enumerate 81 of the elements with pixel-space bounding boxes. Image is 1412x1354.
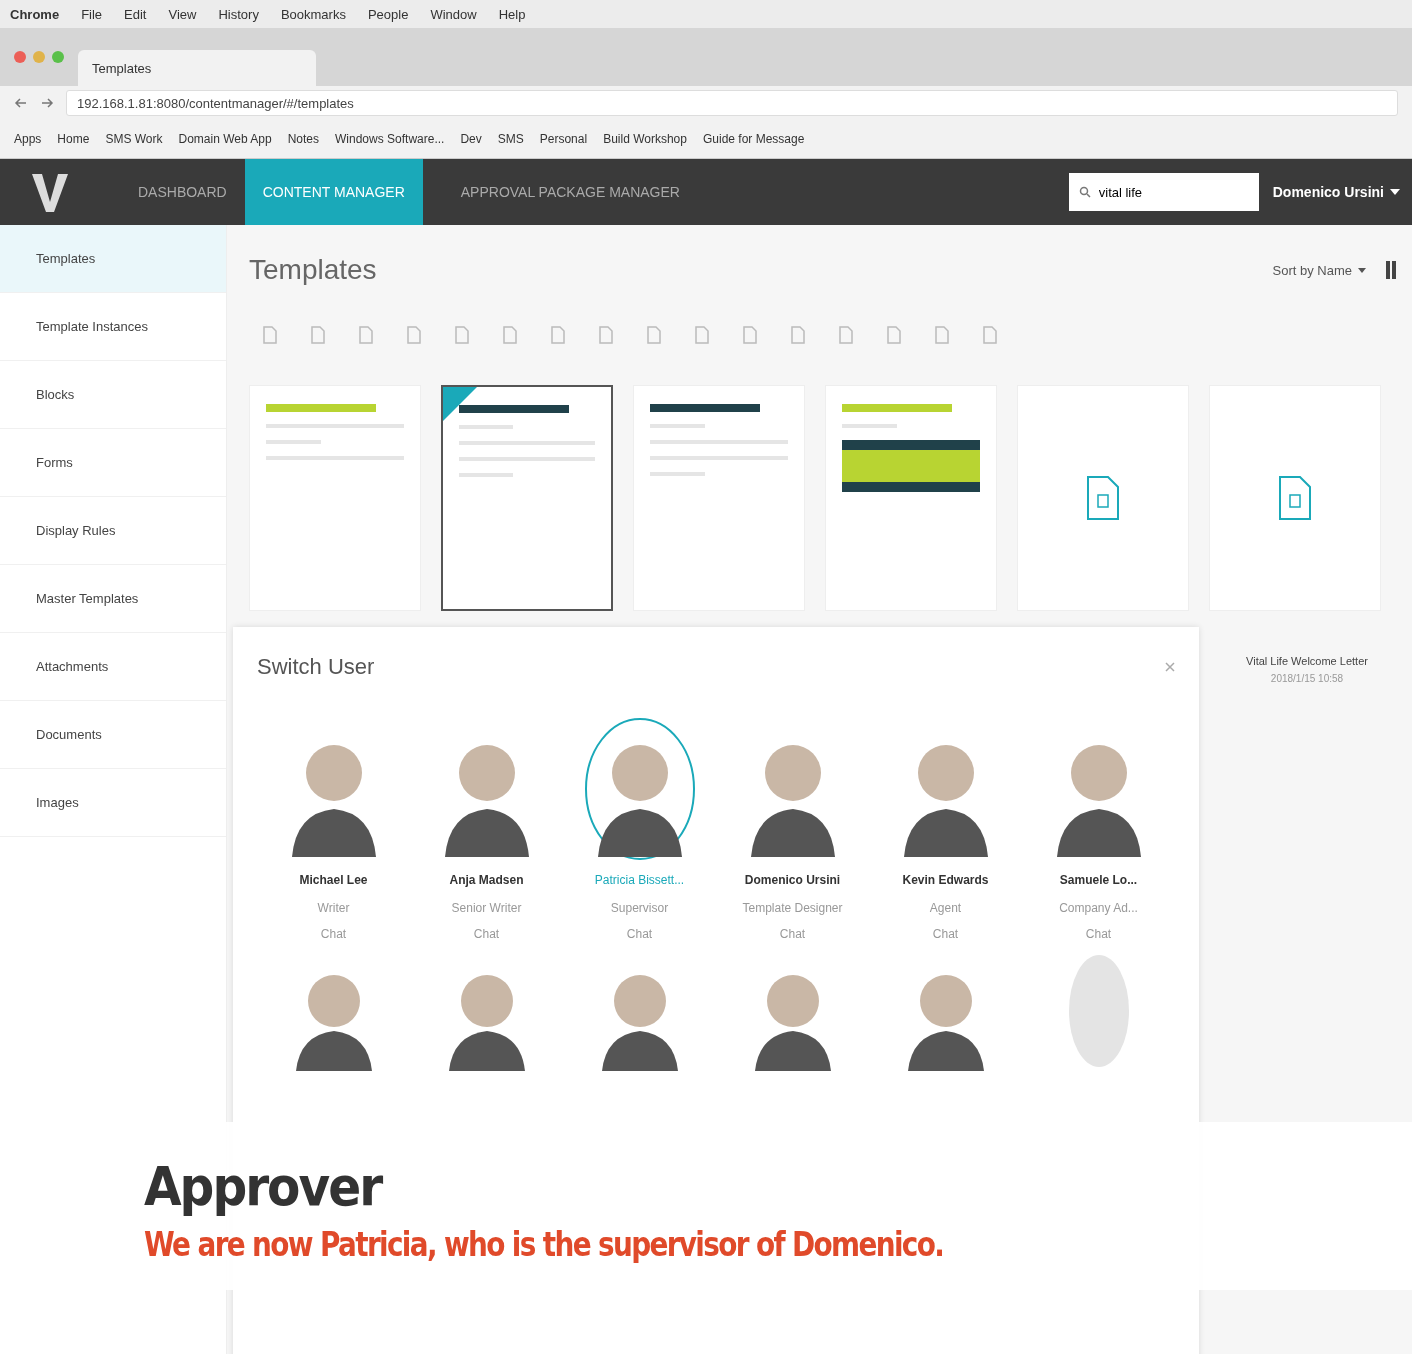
sidebar-item[interactable]: Documents	[0, 701, 226, 769]
user-role: Senior Writer	[451, 901, 522, 915]
sidebar-item[interactable]: Display Rules	[0, 497, 226, 565]
page-icon[interactable]	[263, 326, 277, 344]
user-name[interactable]: Domenico Ursini	[744, 873, 841, 887]
page-icon[interactable]	[935, 326, 949, 344]
caret-icon[interactable]	[1390, 189, 1400, 195]
user-name[interactable]: Kevin Edwards	[902, 873, 989, 887]
user-role: Template Designer	[742, 901, 843, 915]
address-field[interactable]: 192.168.1.81:8080/contentmanager/#/templates	[66, 90, 1398, 116]
window-controls-icon[interactable]	[14, 51, 64, 63]
card-date: 2018/1/15 10:58	[1270, 673, 1344, 684]
bookmark[interactable]: Domain Web App	[178, 132, 272, 146]
page-icon[interactable]	[695, 326, 709, 344]
bookmark[interactable]: SMS Work	[105, 132, 163, 146]
sidebar-item[interactable]: Templates	[0, 225, 226, 293]
sidebar-item[interactable]: Images	[0, 769, 226, 837]
page-icon[interactable]	[311, 326, 325, 344]
search-field[interactable]: vital life	[1068, 173, 1259, 211]
selected-corner-icon	[443, 387, 477, 421]
bookmark[interactable]: Home	[57, 132, 90, 146]
menu-item[interactable]: File	[81, 6, 103, 22]
page-icon[interactable]	[455, 326, 469, 344]
menu-item[interactable]: View	[168, 6, 197, 22]
user-name[interactable]: Samuele Lo...	[1059, 873, 1138, 887]
page-icon[interactable]	[887, 326, 901, 344]
bookmark[interactable]: Personal	[539, 132, 588, 146]
sort-dropdown[interactable]: Sort by Name	[1272, 262, 1352, 278]
menu-item[interactable]: History	[218, 6, 259, 22]
back-forward-icon[interactable]	[14, 97, 54, 109]
bookmark[interactable]: Build Workshop	[603, 132, 687, 146]
page-title: Templates	[249, 254, 378, 286]
document-icon	[1278, 475, 1312, 521]
nav-tab[interactable]: APPROVAL PACKAGE MANAGER	[442, 159, 698, 225]
bookmark[interactable]: Dev	[460, 132, 482, 146]
avatar[interactable]	[583, 717, 696, 861]
sidebar-item[interactable]: Attachments	[0, 633, 226, 701]
browser-tab[interactable]: Templates	[78, 50, 316, 86]
bookmark[interactable]: SMS	[497, 132, 524, 146]
template-card[interactable]	[441, 385, 613, 611]
menu-item[interactable]: Bookmarks	[280, 6, 346, 22]
user-name[interactable]: Michael Lee	[299, 873, 368, 887]
page-icon[interactable]	[839, 326, 853, 344]
page-icon[interactable]	[743, 326, 757, 344]
user-menu[interactable]: Domenico Ursini	[1258, 184, 1390, 200]
nav-tab[interactable]: DASHBOARD	[120, 159, 245, 225]
menu-item[interactable]: Window	[430, 6, 477, 22]
search-icon	[1078, 186, 1091, 198]
menu-item[interactable]: Edit	[124, 6, 147, 22]
bookmark[interactable]: Windows Software...	[335, 132, 445, 146]
grid-view-icon[interactable]	[1386, 261, 1396, 279]
user-role: Company Ad...	[1059, 901, 1138, 915]
caret-icon[interactable]	[1358, 267, 1366, 273]
user-role: Supervisor	[610, 901, 669, 915]
bookmark[interactable]: Guide for Message	[702, 132, 805, 146]
page-icon[interactable]	[551, 326, 565, 344]
menu-item[interactable]: People	[367, 6, 409, 22]
page-icon[interactable]	[647, 326, 661, 344]
bookmark[interactable]: Apps	[14, 132, 42, 146]
bookmark[interactable]: Notes	[287, 132, 320, 146]
user-role: Writer	[317, 901, 350, 915]
caption-text: We are now Patricia, who is the supervisor of Domenico.	[144, 1224, 945, 1264]
close-icon[interactable]	[1165, 662, 1175, 672]
caption-title: Approver	[144, 1160, 384, 1214]
sidebar-item[interactable]: Master Templates	[0, 565, 226, 633]
user-role: Agent	[929, 901, 962, 915]
sidebar-item[interactable]: Blocks	[0, 361, 226, 429]
menu-item[interactable]: Help	[498, 6, 526, 22]
user-name[interactable]: Anja Madsen	[449, 873, 524, 887]
card-title: Vital Life Welcome Letter	[1246, 655, 1368, 667]
page-icon[interactable]	[983, 326, 997, 344]
page-icon[interactable]	[599, 326, 613, 344]
sidebar-item[interactable]: Forms	[0, 429, 226, 497]
panel-title: Switch User	[257, 654, 376, 680]
page-icon[interactable]	[359, 326, 373, 344]
page-icon[interactable]	[407, 326, 421, 344]
document-icon	[1086, 475, 1120, 521]
sidebar-item[interactable]: Template Instances	[0, 293, 226, 361]
page-icon[interactable]	[503, 326, 517, 344]
page-icon[interactable]	[791, 326, 805, 344]
menu-item[interactable]: Chrome	[10, 6, 60, 22]
